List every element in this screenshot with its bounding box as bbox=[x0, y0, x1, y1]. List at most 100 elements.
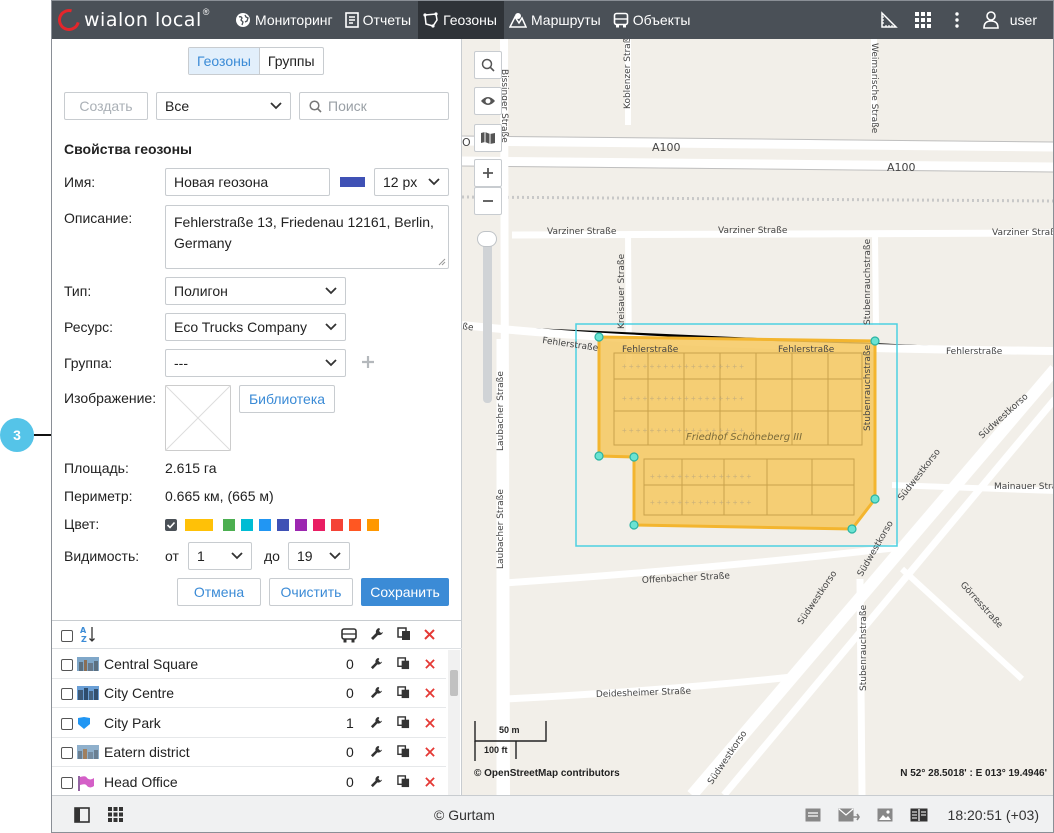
color-swatch[interactable] bbox=[349, 519, 361, 531]
top-bar: wialon local ® Мониторинг Отчеты Геозоны… bbox=[52, 1, 1053, 39]
select-all-checkbox[interactable] bbox=[61, 630, 73, 642]
zoom-slider-handle[interactable] bbox=[477, 231, 497, 247]
cancel-button[interactable]: Отмена bbox=[177, 578, 261, 606]
user-name[interactable]: user bbox=[1008, 12, 1053, 28]
row-checkbox[interactable] bbox=[61, 776, 73, 789]
row-checkbox[interactable] bbox=[61, 747, 73, 760]
list-item[interactable]: Eatern district 0 bbox=[52, 738, 446, 768]
notifications-icon[interactable] bbox=[910, 808, 928, 822]
delete-icon[interactable] bbox=[425, 659, 435, 669]
row-checkbox[interactable] bbox=[61, 659, 73, 671]
copy-icon[interactable] bbox=[397, 686, 410, 699]
color-swatch[interactable] bbox=[223, 519, 235, 531]
image-placeholder[interactable] bbox=[165, 385, 231, 451]
scrollbar-thumb[interactable] bbox=[450, 670, 458, 696]
name-input[interactable]: Новая геозона bbox=[165, 168, 330, 196]
map-visibility-button[interactable] bbox=[474, 87, 502, 115]
color-swatch[interactable] bbox=[185, 519, 213, 531]
tab-geofences[interactable]: Геозоны bbox=[189, 48, 260, 74]
logo[interactable]: wialon local ® bbox=[53, 4, 209, 36]
apps-menu[interactable] bbox=[906, 1, 940, 39]
zoom-slider[interactable] bbox=[483, 233, 492, 403]
copy-icon[interactable] bbox=[397, 657, 410, 670]
copy-icon[interactable] bbox=[397, 745, 410, 758]
ruler-tool[interactable] bbox=[872, 1, 906, 39]
map-canvas[interactable]: + + + + + + + + + + + + + + + + + + + + … bbox=[462, 39, 1054, 795]
add-group-icon[interactable] bbox=[361, 355, 375, 369]
geofence-name[interactable]: Eatern district bbox=[104, 744, 190, 760]
copy-icon[interactable] bbox=[397, 716, 410, 729]
bus-column-icon[interactable] bbox=[341, 628, 357, 643]
resource-select[interactable]: Eco Trucks Company bbox=[165, 313, 346, 341]
group-select[interactable]: --- bbox=[165, 349, 346, 377]
map-view[interactable]: + + + + + + + + + + + + + + + + + + + + … bbox=[462, 39, 1054, 795]
create-button[interactable]: Создать bbox=[64, 92, 148, 120]
row-checkbox[interactable] bbox=[61, 688, 73, 701]
zoom-in-button[interactable] bbox=[474, 159, 502, 187]
sort-az-icon[interactable]: AZ bbox=[80, 625, 96, 643]
messages-icon[interactable] bbox=[805, 808, 821, 822]
nav-monitoring[interactable]: Мониторинг bbox=[230, 1, 340, 39]
more-menu[interactable] bbox=[940, 1, 974, 39]
user-menu[interactable] bbox=[974, 1, 1008, 39]
wrench-icon[interactable] bbox=[370, 716, 383, 729]
list-scrollbar[interactable] bbox=[448, 650, 460, 796]
save-button[interactable]: Сохранить bbox=[361, 578, 449, 606]
map-attribution[interactable]: © OpenStreetMap contributors bbox=[474, 768, 620, 779]
line-width-select[interactable]: 12 px bbox=[374, 168, 449, 196]
email-icon[interactable] bbox=[838, 808, 860, 822]
geofence-name[interactable]: City Centre bbox=[104, 685, 174, 701]
visibility-from-select[interactable]: 1 bbox=[188, 542, 252, 570]
wrench-icon[interactable] bbox=[370, 686, 383, 699]
visibility-to-select[interactable]: 19 bbox=[288, 542, 350, 570]
line-color-picker[interactable] bbox=[340, 177, 365, 187]
color-swatch[interactable] bbox=[241, 519, 253, 531]
list-item[interactable]: City Centre 0 bbox=[52, 679, 446, 709]
map-layers-button[interactable] bbox=[474, 124, 502, 152]
type-select[interactable]: Полигон bbox=[165, 277, 346, 305]
logo-text: wialon local bbox=[84, 9, 202, 31]
status-bar: © Gurtam 18:20:51 (+03) bbox=[52, 795, 1053, 832]
map-search-button[interactable] bbox=[474, 51, 502, 79]
delete-icon[interactable] bbox=[425, 776, 435, 787]
geofence-name[interactable]: Head Office bbox=[104, 774, 178, 790]
panel-toggle-icon[interactable] bbox=[74, 807, 90, 823]
color-checkbox[interactable] bbox=[165, 519, 177, 531]
copy-icon[interactable] bbox=[397, 627, 411, 641]
color-swatch[interactable] bbox=[259, 519, 271, 531]
filter-select[interactable]: Все bbox=[156, 92, 291, 120]
nav-routes[interactable]: Маршруты bbox=[504, 1, 608, 39]
color-swatch[interactable] bbox=[313, 519, 325, 531]
color-swatch[interactable] bbox=[367, 519, 379, 531]
image-icon[interactable] bbox=[877, 808, 893, 822]
wrench-icon[interactable] bbox=[370, 657, 383, 670]
geofence-name[interactable]: City Park bbox=[104, 715, 161, 731]
grid-icon[interactable] bbox=[108, 807, 123, 822]
tab-groups[interactable]: Группы bbox=[260, 48, 323, 74]
wrench-icon[interactable] bbox=[370, 627, 384, 641]
list-item[interactable]: City Park 1 bbox=[52, 709, 446, 738]
list-item[interactable]: Central Square 0 bbox=[52, 650, 446, 679]
color-swatch[interactable] bbox=[277, 519, 289, 531]
wrench-icon[interactable] bbox=[370, 745, 383, 758]
row-checkbox[interactable] bbox=[61, 717, 73, 730]
color-swatch[interactable] bbox=[331, 519, 343, 531]
delete-icon[interactable] bbox=[425, 688, 435, 699]
wrench-icon[interactable] bbox=[370, 775, 383, 788]
delete-icon[interactable] bbox=[424, 629, 435, 640]
nav-geofences[interactable]: Геозоны bbox=[418, 1, 504, 39]
search-input[interactable]: Поиск bbox=[299, 92, 449, 120]
list-item[interactable]: Head Office 0 bbox=[52, 768, 446, 797]
visibility-from-label: от bbox=[165, 548, 179, 564]
description-textarea[interactable]: Fehlerstraße 13, Friedenau 12161, Berlin… bbox=[165, 205, 449, 269]
geofence-name[interactable]: Central Square bbox=[104, 656, 198, 672]
zoom-out-button[interactable] bbox=[474, 187, 502, 215]
nav-units[interactable]: Объекты bbox=[608, 1, 698, 39]
delete-icon[interactable] bbox=[425, 747, 435, 757]
clear-button[interactable]: Очистить bbox=[269, 578, 353, 606]
nav-reports[interactable]: Отчеты bbox=[340, 1, 418, 39]
library-button[interactable]: Библиотека bbox=[239, 385, 335, 413]
color-swatch[interactable] bbox=[295, 519, 307, 531]
delete-icon[interactable] bbox=[425, 718, 435, 728]
copy-icon[interactable] bbox=[397, 774, 410, 788]
